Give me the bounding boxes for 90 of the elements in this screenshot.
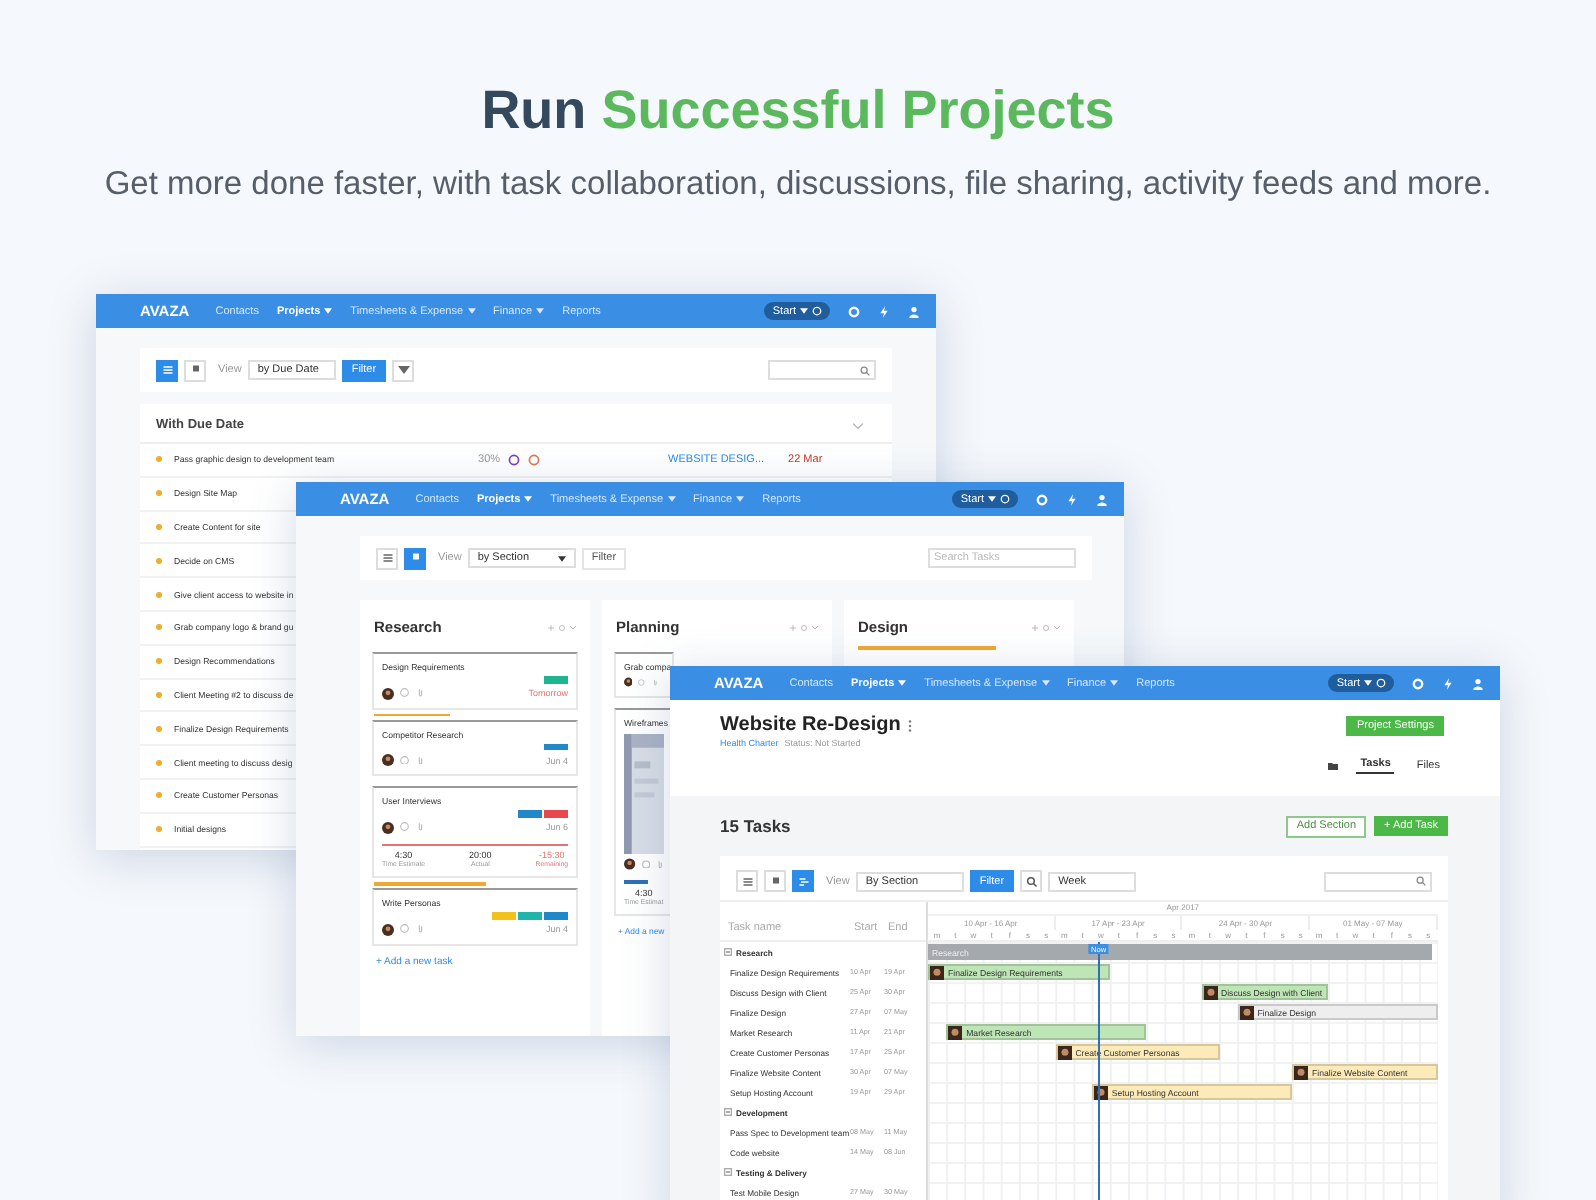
comment-icon bbox=[400, 755, 409, 765]
clock-icon bbox=[812, 306, 822, 316]
avatar-icon bbox=[1294, 1065, 1308, 1079]
comment-icon bbox=[400, 822, 409, 832]
list-icon bbox=[161, 364, 173, 376]
attachment-icon bbox=[655, 859, 664, 869]
caret-icon bbox=[898, 680, 907, 686]
board-icon bbox=[189, 364, 201, 376]
search-field[interactable] bbox=[1324, 871, 1432, 891]
headline-text: Run bbox=[481, 80, 587, 140]
caret-icon bbox=[324, 308, 333, 314]
subtitle-text: Get more done faster, with task collaboration, discussions, file sharing, activity feeds and more. bbox=[102, 166, 1494, 204]
folder-icon[interactable] bbox=[1328, 761, 1339, 769]
caret-icon bbox=[736, 496, 745, 502]
settings-icon[interactable] bbox=[848, 305, 860, 317]
status-dot-icon bbox=[156, 624, 162, 631]
chevron-icon[interactable] bbox=[852, 421, 864, 429]
zoom-button[interactable] bbox=[1020, 870, 1043, 892]
dropdown-button[interactable] bbox=[392, 359, 415, 381]
list-view-button[interactable] bbox=[156, 359, 178, 381]
avatar-icon bbox=[624, 676, 633, 688]
board-icon bbox=[769, 875, 781, 887]
project-title: Website Re-Design bbox=[720, 714, 901, 736]
comment-icon bbox=[638, 677, 646, 687]
collapse-icon[interactable] bbox=[724, 1108, 732, 1116]
status-dot-icon bbox=[156, 725, 162, 732]
gantt-view-button[interactable] bbox=[792, 870, 814, 892]
avatar-icon bbox=[624, 858, 636, 870]
gantt-icon bbox=[797, 875, 809, 887]
settings-icon[interactable] bbox=[1412, 677, 1424, 689]
bolt-icon[interactable] bbox=[1066, 493, 1078, 505]
attachment-icon bbox=[651, 677, 658, 687]
avatar-icon bbox=[382, 821, 394, 833]
caret-icon bbox=[800, 308, 808, 314]
user-icon[interactable] bbox=[908, 305, 920, 317]
collapse-icon[interactable] bbox=[724, 1168, 732, 1176]
status-dot-icon bbox=[156, 792, 162, 799]
caret-icon bbox=[397, 364, 410, 376]
bolt-icon[interactable] bbox=[878, 305, 890, 317]
status-dot-icon bbox=[156, 826, 162, 833]
comment-icon bbox=[400, 688, 409, 698]
caret-icon bbox=[1110, 680, 1119, 686]
avatar-icon bbox=[930, 965, 944, 979]
search-icon bbox=[1416, 876, 1426, 886]
search-field[interactable] bbox=[768, 360, 876, 380]
status-dot-icon bbox=[156, 591, 162, 598]
caret-icon bbox=[1041, 680, 1050, 686]
caret-icon bbox=[524, 496, 533, 502]
avatar-icon bbox=[948, 1025, 963, 1039]
clock-icon bbox=[1000, 494, 1010, 504]
list-icon bbox=[381, 552, 393, 564]
avatar-icon bbox=[1239, 1005, 1254, 1019]
clock-icon bbox=[1376, 678, 1386, 688]
attachment-icon bbox=[415, 688, 424, 698]
board-view-button[interactable] bbox=[404, 547, 426, 569]
board-icon bbox=[409, 552, 421, 564]
avatar-icon bbox=[382, 754, 394, 766]
list-icon bbox=[741, 875, 753, 887]
caret-icon bbox=[557, 555, 566, 561]
settings-icon[interactable] bbox=[1036, 493, 1048, 505]
status-dot-icon bbox=[156, 759, 162, 766]
task-count: 15 Tasks bbox=[720, 816, 791, 836]
attachment-icon bbox=[415, 755, 424, 765]
status-dot-icon bbox=[156, 490, 162, 497]
user-icon[interactable] bbox=[1096, 493, 1108, 505]
status-dot-icon bbox=[156, 523, 162, 530]
search-icon bbox=[1025, 875, 1038, 887]
headline-accent-text: Successful Projects bbox=[601, 80, 1115, 140]
avatar-icon bbox=[1057, 1045, 1072, 1059]
status-dot-icon bbox=[156, 456, 162, 463]
search-icon bbox=[860, 365, 870, 375]
comment-icon bbox=[400, 924, 409, 934]
bolt-icon[interactable] bbox=[1442, 677, 1454, 689]
caret-icon bbox=[536, 308, 545, 314]
more-icon[interactable] bbox=[908, 719, 913, 731]
user-icon[interactable] bbox=[1472, 677, 1484, 689]
caret-icon bbox=[667, 496, 676, 502]
caret-icon bbox=[988, 496, 996, 502]
attachment-icon bbox=[415, 822, 424, 832]
caret-icon bbox=[1364, 680, 1372, 686]
status-dot-icon bbox=[156, 658, 162, 665]
avatar-icon bbox=[1203, 985, 1217, 999]
caret-icon bbox=[467, 308, 476, 314]
status-dot-icon bbox=[156, 691, 162, 698]
avatar-icon bbox=[382, 923, 394, 935]
avatar-icon bbox=[382, 687, 394, 699]
status-dot-icon bbox=[156, 557, 162, 564]
attachment-icon bbox=[415, 924, 424, 934]
comment-icon bbox=[641, 859, 650, 869]
collapse-icon[interactable] bbox=[724, 948, 732, 956]
